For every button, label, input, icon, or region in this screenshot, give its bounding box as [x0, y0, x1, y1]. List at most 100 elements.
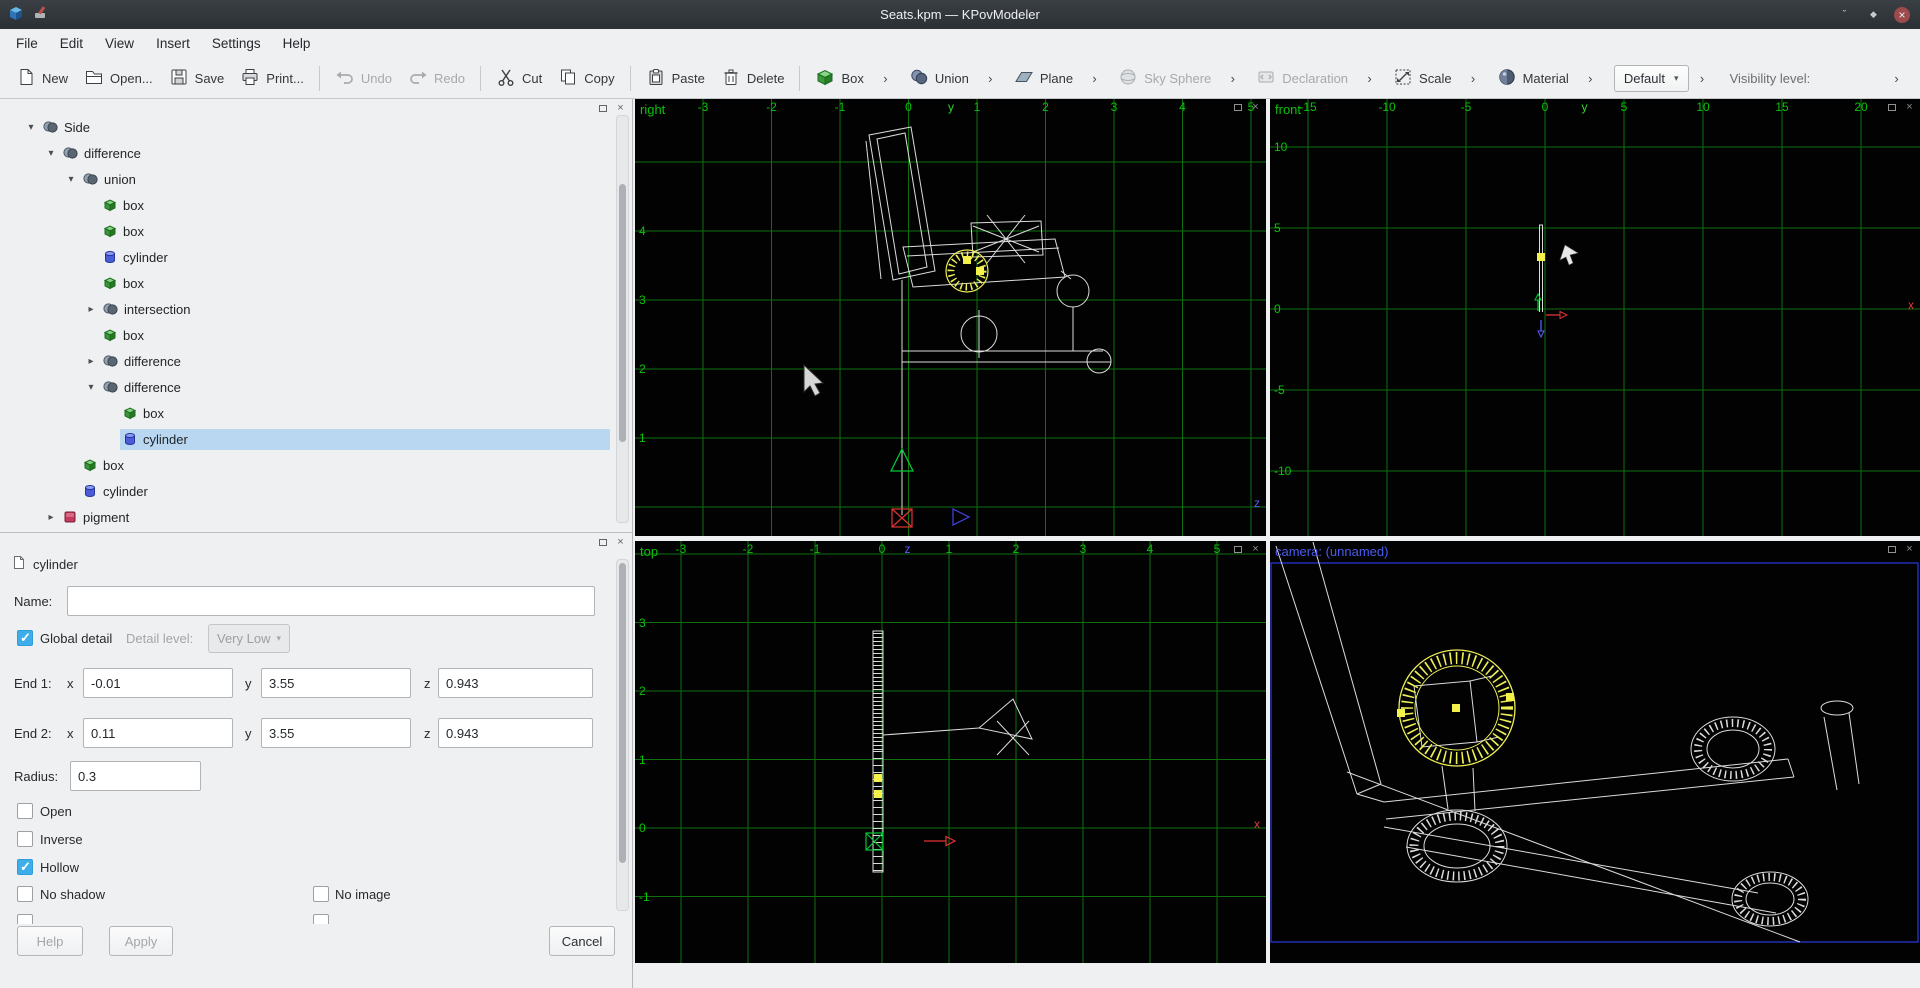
hollow-checkbox[interactable]: [17, 859, 33, 875]
selection-handle[interactable]: [1397, 709, 1405, 717]
inverse-checkbox[interactable]: [17, 831, 33, 847]
partial-checkbox[interactable]: [17, 914, 33, 924]
tree-item-box[interactable]: box: [0, 322, 610, 348]
visibility-more-arrow[interactable]: ›: [1889, 71, 1904, 86]
copy-button[interactable]: Copy: [550, 62, 622, 95]
menu-settings[interactable]: Settings: [201, 29, 272, 58]
tree-item-box[interactable]: box: [0, 218, 610, 244]
tree-item-body[interactable]: difference: [100, 377, 610, 398]
viewport-close-icon[interactable]: ×: [1903, 543, 1916, 555]
insert-plane-button[interactable]: Plane: [1006, 62, 1081, 95]
end1-x-input[interactable]: [83, 668, 233, 698]
tree-collapsed-arrow-icon[interactable]: ▸: [82, 304, 100, 315]
delete-button[interactable]: Delete: [713, 62, 793, 95]
viewport-detach-icon[interactable]: [1231, 543, 1244, 555]
properties-scrollbar[interactable]: [616, 559, 629, 911]
tree-item-body[interactable]: box: [100, 273, 610, 294]
viewport-right[interactable]: right × -3-2-10y123454321z: [635, 99, 1266, 536]
tree-expanded-arrow-icon[interactable]: ▾: [82, 382, 100, 393]
menu-help[interactable]: Help: [272, 29, 322, 58]
tree-item-difference[interactable]: ▸difference: [0, 348, 610, 374]
help-button[interactable]: Help: [17, 926, 83, 956]
tree-item-body[interactable]: box: [100, 195, 610, 216]
open-button[interactable]: Open...: [76, 62, 161, 95]
default-more-arrow[interactable]: ›: [1695, 71, 1710, 86]
tree-scrollbar-thumb[interactable]: [619, 184, 626, 442]
cut-button[interactable]: Cut: [488, 62, 550, 95]
dock-close-icon[interactable]: ×: [614, 536, 627, 548]
tree-item-box[interactable]: box: [0, 452, 610, 478]
tree-item-body[interactable]: cylinder: [80, 481, 610, 502]
tree-item-difference[interactable]: ▾difference: [0, 140, 610, 166]
scale-more-arrow[interactable]: ›: [1466, 71, 1481, 86]
box-more-arrow[interactable]: ›: [878, 71, 893, 86]
global-detail-checkbox[interactable]: [17, 630, 33, 646]
cancel-button[interactable]: Cancel: [549, 926, 615, 956]
selection-handle[interactable]: [1452, 704, 1460, 712]
no-shadow-checkbox[interactable]: [17, 886, 33, 902]
union-more-arrow[interactable]: ›: [983, 71, 998, 86]
menu-view[interactable]: View: [94, 29, 145, 58]
viewport-detach-icon[interactable]: [1885, 543, 1898, 555]
dock-close-icon[interactable]: ×: [614, 102, 627, 114]
new-button[interactable]: New: [8, 62, 76, 95]
tree-item-box[interactable]: box: [0, 400, 610, 426]
open-checkbox[interactable]: [17, 803, 33, 819]
detail-level-select[interactable]: Very Low ▾: [208, 624, 290, 653]
tree-item-box[interactable]: box: [0, 270, 610, 296]
tree-item-body[interactable]: intersection: [100, 299, 610, 320]
tree-item-body[interactable]: box: [100, 221, 610, 242]
scale-button[interactable]: Scale: [1385, 62, 1460, 95]
tree-item-body[interactable]: Side: [40, 117, 610, 138]
insert-union-button[interactable]: Union: [901, 62, 977, 95]
tree-item-cylinder[interactable]: cylinder: [0, 426, 610, 452]
tree-item-body[interactable]: box: [80, 455, 610, 476]
material-more-arrow[interactable]: ›: [1583, 71, 1598, 86]
print-button[interactable]: Print...: [232, 62, 312, 95]
sky-sphere-more-arrow[interactable]: ›: [1225, 71, 1240, 86]
end2-x-input[interactable]: [83, 718, 233, 748]
selection-handle[interactable]: [976, 267, 984, 275]
insert-declaration-button[interactable]: Declaration: [1248, 62, 1356, 95]
tree-item-body[interactable]: cylinder: [120, 429, 610, 450]
viewport-close-icon[interactable]: ×: [1249, 101, 1262, 113]
tree-item-body[interactable]: union: [80, 169, 610, 190]
menu-insert[interactable]: Insert: [145, 29, 201, 58]
close-button[interactable]: ×: [1894, 7, 1910, 23]
tree-expanded-arrow-icon[interactable]: ▾: [62, 174, 80, 185]
apply-button[interactable]: Apply: [109, 926, 173, 956]
insert-sky-sphere-button[interactable]: Sky Sphere: [1110, 62, 1219, 95]
tree-collapsed-arrow-icon[interactable]: ▸: [42, 512, 60, 523]
material-button[interactable]: Material: [1489, 62, 1577, 95]
viewport-close-icon[interactable]: ×: [1903, 101, 1916, 113]
plane-more-arrow[interactable]: ›: [1087, 71, 1102, 86]
selection-handle[interactable]: [874, 774, 882, 782]
end1-z-input[interactable]: [438, 668, 593, 698]
viewport-detach-icon[interactable]: [1231, 101, 1244, 113]
tree-item-pigment[interactable]: ▸pigment: [0, 504, 610, 530]
tree-item-cylinder[interactable]: cylinder: [0, 478, 610, 504]
end1-y-input[interactable]: [261, 668, 411, 698]
default-select[interactable]: Default ▾: [1614, 65, 1689, 92]
menu-edit[interactable]: Edit: [49, 29, 94, 58]
properties-scrollbar-thumb[interactable]: [619, 563, 626, 863]
tree-item-box[interactable]: box: [0, 192, 610, 218]
tree-expanded-arrow-icon[interactable]: ▾: [42, 148, 60, 159]
minimize-button[interactable]: ˇ: [1836, 6, 1853, 23]
no-image-checkbox[interactable]: [313, 886, 329, 902]
declaration-more-arrow[interactable]: ›: [1362, 71, 1377, 86]
radius-input[interactable]: [70, 761, 201, 791]
name-input[interactable]: [67, 586, 595, 616]
tree-item-body[interactable]: pigment: [60, 507, 610, 528]
viewport-camera[interactable]: camera: (unnamed) ×: [1270, 541, 1920, 963]
tree-scrollbar[interactable]: [616, 115, 629, 523]
tree-item-body[interactable]: cylinder: [100, 247, 610, 268]
viewport-detach-icon[interactable]: [1885, 101, 1898, 113]
undo-button[interactable]: Undo: [327, 62, 400, 95]
tree-item-Side[interactable]: ▾Side: [0, 114, 610, 140]
end2-z-input[interactable]: [438, 718, 593, 748]
tree-item-union[interactable]: ▾union: [0, 166, 610, 192]
viewport-top[interactable]: top × -3-2-10z123453210-1x: [635, 541, 1266, 963]
redo-button[interactable]: Redo: [400, 62, 473, 95]
tree-item-body[interactable]: box: [120, 403, 610, 424]
